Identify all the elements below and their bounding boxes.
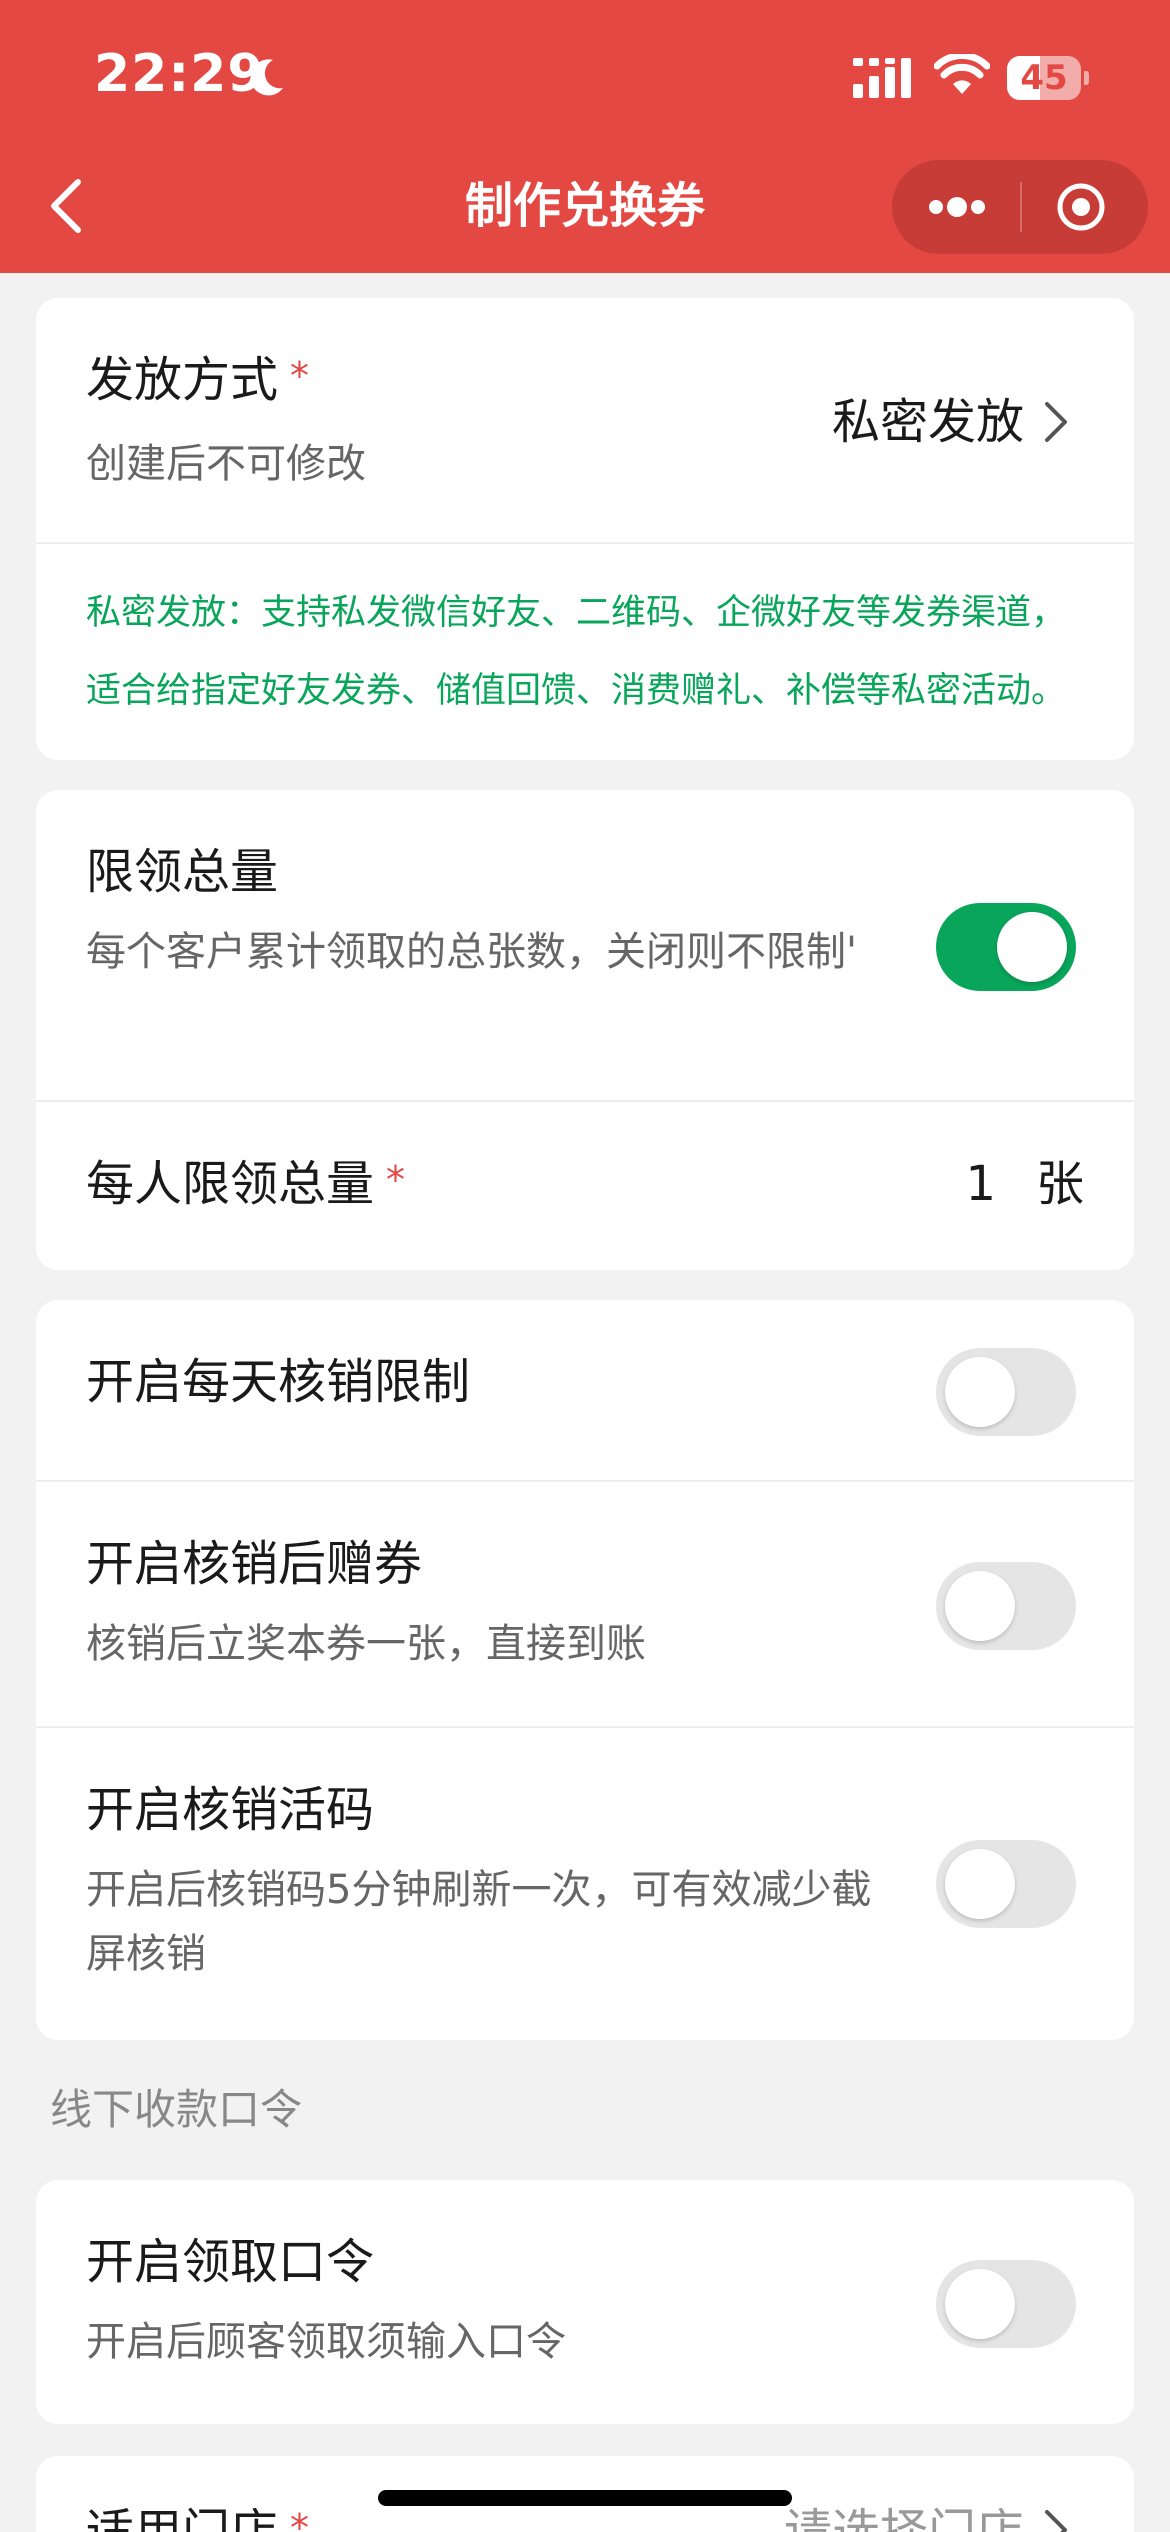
home-indicator [378,2490,792,2506]
limit-card: 限领总量 每个客户累计领取的总张数，关闭则不限制' 每人限领总量 * 1张 [36,790,1134,1270]
per-person-value[interactable]: 1 [965,1156,996,1212]
distribution-subtitle: 创建后不可修改 [86,441,366,487]
distribution-card: 发放方式 * 创建后不可修改 私密发放 私密发放：支持私发微信好友、二维码、企微好… [36,298,1134,760]
moon-icon [250,59,283,96]
battery-level: 45 [1020,58,1068,98]
gift-after-title: 开启核销后赠券 [86,1536,423,1592]
cellular-signal-icon [853,58,911,98]
daily-limit-title: 开启每天核销限制 [86,1354,471,1410]
gift-after-subtitle: 核销后立奖本券一张，直接到账 [86,1621,646,1667]
more-icon[interactable] [926,186,988,228]
chevron-right-icon [1045,2510,1067,2532]
limit-total-toggle[interactable] [936,903,1076,991]
live-code-toggle[interactable] [936,1840,1076,1928]
distribution-title: 发放方式 [86,352,279,408]
daily-limit-toggle[interactable] [936,1348,1076,1436]
section-label: 线下收款口令 [50,2085,303,2134]
store-title: 适用门店 [86,2504,279,2532]
claim-code-toggle[interactable] [936,2260,1076,2348]
gift-after-toggle[interactable] [936,1562,1076,1650]
required-mark: * [290,354,310,398]
distribution-row[interactable]: 发放方式 * 创建后不可修改 私密发放 [36,298,1134,544]
battery-icon: 45 [1007,56,1089,100]
gift-after-row: 开启核销后赠券 核销后立奖本券一张，直接到账 [36,1482,1134,1728]
status-time: 22:29 [94,44,265,104]
header: 22:29 45 制作兑换券 [0,0,1170,273]
required-mark: * [290,2506,310,2532]
limit-total-row: 限领总量 每个客户累计领取的总张数，关闭则不限制' [36,790,1134,1102]
daily-limit-row: 开启每天核销限制 [36,1300,1134,1482]
per-person-title: 每人限领总量 [86,1156,375,1212]
live-code-title: 开启核销活码 [86,1782,375,1838]
per-person-unit: 张 [1035,1156,1084,1212]
verification-card: 开启每天核销限制 开启核销后赠券 核销后立奖本券一张，直接到账 开启核销活码 开… [36,1300,1134,2040]
required-mark: * [386,1158,406,1202]
claim-code-card: 开启领取口令 开启后顾客领取须输入口令 [36,2180,1134,2424]
store-placeholder[interactable]: 请选择门店 [784,2502,1024,2532]
claim-code-subtitle: 开启后顾客领取须输入口令 [86,2319,566,2365]
distribution-value[interactable]: 私密发放 [832,392,1024,452]
live-code-row: 开启核销活码 开启后核销码5分钟刷新一次，可有效减少截屏核销 [36,1728,1134,2040]
limit-total-title: 限领总量 [86,844,279,900]
wifi-icon [934,54,990,94]
chevron-right-icon [1045,402,1067,442]
claim-code-row: 开启领取口令 开启后顾客领取须输入口令 [36,2180,1134,2424]
distribution-note: 私密发放：支持私发微信好友、二维码、企微好友等发券渠道，适合给指定好友发券、储值… [86,593,1067,711]
close-miniprogram-icon[interactable] [1056,182,1106,232]
mini-program-capsule [892,160,1148,254]
limit-total-subtitle: 每个客户累计领取的总张数，关闭则不限制' [86,929,857,975]
live-code-subtitle: 开启后核销码5分钟刷新一次，可有效减少截屏核销 [86,1867,872,1977]
distribution-note-row: 私密发放：支持私发微信好友、二维码、企微好友等发券渠道，适合给指定好友发券、储值… [36,544,1134,758]
claim-code-title: 开启领取口令 [86,2234,375,2290]
page: 22:29 45 制作兑换券 发放方式 * 创建后不可修改 私密发放 私密发放：… [0,0,1170,2532]
per-person-row[interactable]: 每人限领总量 * 1张 [36,1102,1134,1270]
